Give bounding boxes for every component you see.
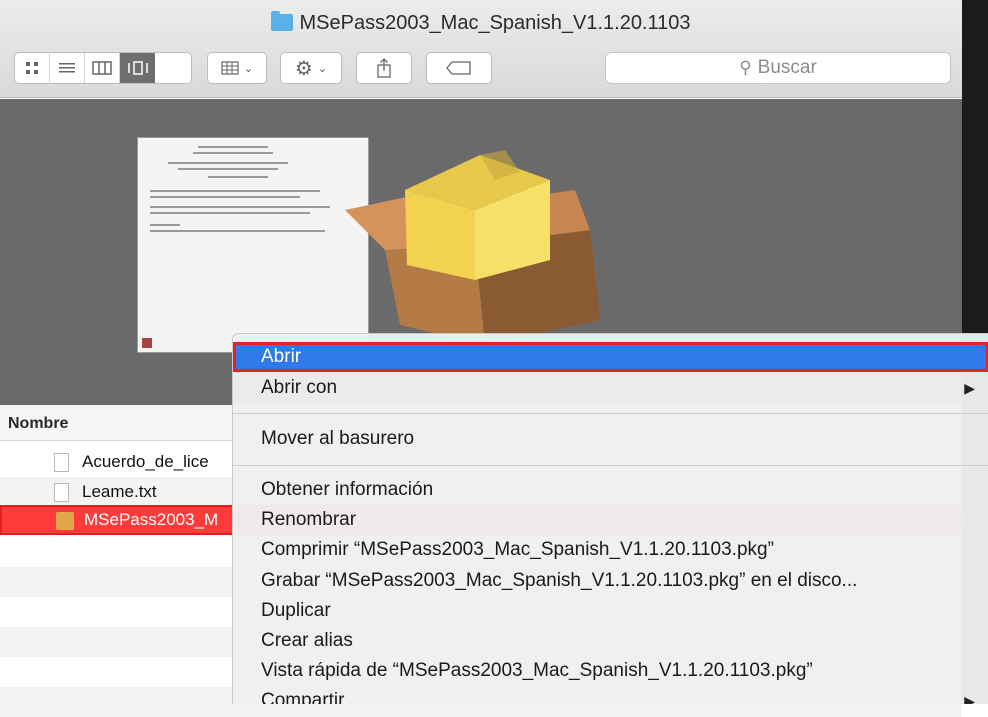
tag-icon: [446, 61, 471, 75]
toolbar: MSePass2003_Mac_Spanish_V1.1.20.1103 ⌄ ⚙…: [0, 0, 962, 98]
columns-icon: [92, 61, 112, 75]
tags-button[interactable]: [426, 52, 492, 84]
document-icon: [54, 453, 69, 472]
document-thumbnail[interactable]: [137, 137, 369, 353]
context-menu: Abrir Abrir con ▶ Mover al basurero Obten…: [232, 333, 988, 704]
document-marker-icon: [142, 338, 152, 348]
file-name: Acuerdo_de_lice: [82, 452, 209, 471]
menu-item-obtener-informacion[interactable]: Obtener información: [233, 475, 988, 505]
menu-item-duplicar[interactable]: Duplicar: [233, 596, 988, 626]
chevron-down-icon: ⌄: [243, 62, 254, 75]
search-field[interactable]: ⚲ Buscar: [605, 52, 951, 84]
file-name: Leame.txt: [82, 482, 157, 501]
submenu-arrow-icon: ▶: [964, 380, 975, 396]
list-view-button[interactable]: [50, 53, 85, 83]
gear-icon: ⚙: [294, 57, 313, 80]
share-button[interactable]: [356, 52, 412, 84]
cover-flow-view-button[interactable]: [120, 53, 155, 83]
share-icon: [377, 58, 391, 78]
file-name: MSePass2003_M: [84, 510, 219, 529]
text-file-icon: [54, 483, 69, 502]
icon-grid-icon: [26, 62, 38, 74]
menu-item-crear-alias[interactable]: Crear alias: [233, 626, 988, 656]
arrange-button[interactable]: ⌄: [207, 52, 267, 84]
chevron-down-icon: ⌄: [317, 62, 328, 75]
folder-icon: [271, 11, 294, 31]
menu-item-comprimir[interactable]: Comprimir “MSePass2003_Mac_Spanish_V1.1.…: [233, 535, 988, 565]
menu-separator: [233, 413, 988, 414]
menu-item-renombrar[interactable]: Renombrar: [233, 505, 988, 535]
action-button[interactable]: ⚙ ⌄: [280, 52, 342, 84]
menu-separator: [233, 465, 988, 466]
view-mode-segmented-control: [14, 52, 192, 84]
menu-item-vista-rapida[interactable]: Vista rápida de “MSePass2003_Mac_Spanish…: [233, 656, 988, 686]
icon-view-button[interactable]: [15, 53, 50, 83]
window-title-text: MSePass2003_Mac_Spanish_V1.1.20.1103: [299, 12, 691, 34]
menu-item-mover-al-basurero[interactable]: Mover al basurero: [233, 424, 988, 454]
search-placeholder: Buscar: [757, 57, 817, 78]
column-view-button[interactable]: [85, 53, 120, 83]
menu-item-grabar[interactable]: Grabar “MSePass2003_Mac_Spanish_V1.1.20.…: [233, 566, 988, 596]
search-icon: ⚲: [739, 58, 752, 77]
menu-item-abrir-con[interactable]: Abrir con ▶: [233, 373, 988, 403]
package-icon: [56, 512, 74, 530]
window-title: MSePass2003_Mac_Spanish_V1.1.20.1103: [0, 11, 962, 35]
package-box-icon: [345, 150, 600, 345]
list-lines-icon: [59, 63, 75, 73]
cover-flow-icon: [127, 61, 148, 75]
menu-item-abrir[interactable]: Abrir: [233, 342, 988, 372]
menu-item-compartir[interactable]: Compartir ▶: [233, 686, 988, 704]
submenu-arrow-icon: ▶: [964, 693, 975, 704]
arrange-grid-icon: [221, 61, 239, 75]
